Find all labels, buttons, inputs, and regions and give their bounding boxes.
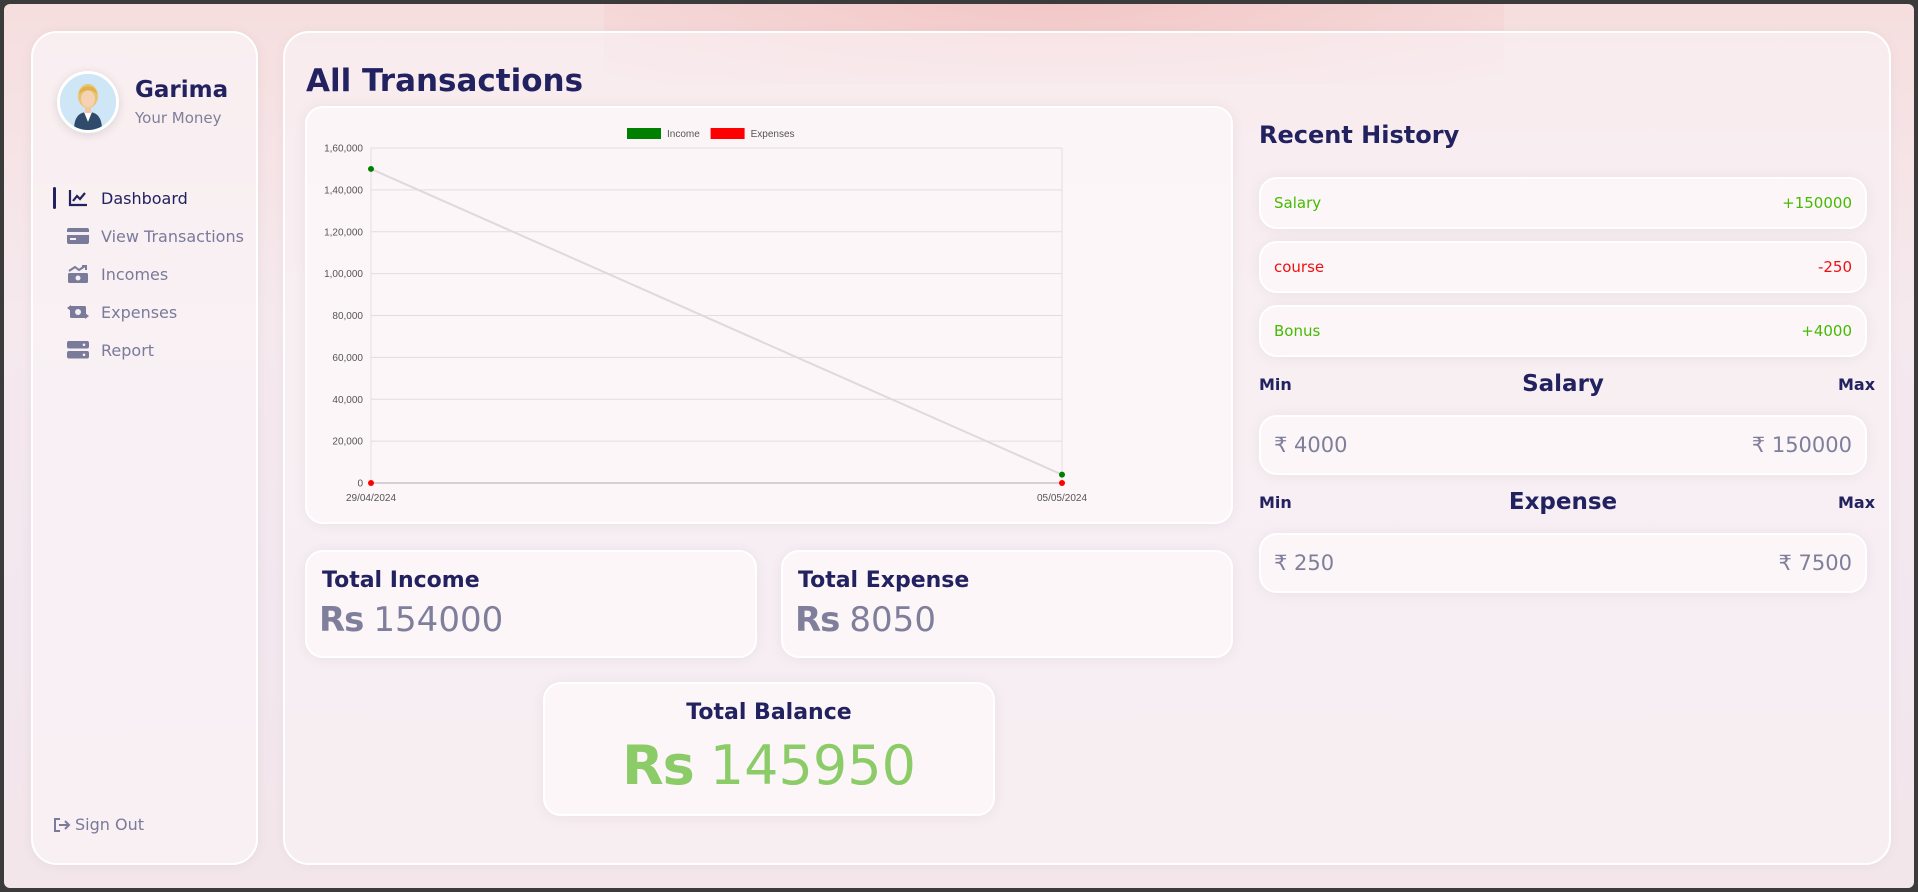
total-expense-label: Total Expense — [798, 568, 970, 593]
chart-card: 0 20,000 40,000 60,000 80,000 1,00,000 1,20,00… — [305, 106, 1233, 524]
transactions-line-chart: 0 20,000 40,000 60,000 80,000 1,00,000 1,20,00… — [324, 128, 1087, 504]
total-income-value: 154000 — [373, 600, 504, 640]
total-income-value-row: Rs 154000 — [319, 600, 503, 640]
chart-y-tick-label: 0 — [357, 479, 363, 490]
chart-x-tick-label: 29/04/2024 — [346, 493, 396, 504]
nav-item-report[interactable]: Report — [33, 331, 256, 369]
history-item: Bonus +4000 — [1259, 305, 1867, 357]
expense-max-label: Max — [1838, 493, 1876, 512]
total-expense-value-row: Rs 8050 — [795, 600, 936, 640]
sign-out-icon — [54, 817, 71, 832]
chart-legend-label: Expenses — [751, 129, 795, 140]
main-panel: All Transactions 0 20,000 40,000 60,000 80,0… — [283, 31, 1891, 865]
expense-min-value: ₹ 250 — [1274, 551, 1335, 575]
nav-item-incomes[interactable]: Incomes — [33, 255, 256, 293]
sign-out-label: Sign Out — [75, 815, 144, 834]
chart-y-tick-label: 60,000 — [332, 353, 363, 364]
total-income-label: Total Income — [322, 568, 480, 593]
nav-item-label: View Transactions — [101, 226, 244, 246]
history-item-name: Salary — [1274, 194, 1322, 212]
chart-data-point — [1059, 480, 1065, 486]
page-title: All Transactions — [306, 63, 584, 99]
chart-y-tick-label: 80,000 — [332, 311, 363, 322]
chart-legend-swatch — [627, 128, 661, 139]
rupee-icon: Rs — [319, 600, 364, 640]
avatar[interactable] — [57, 71, 119, 133]
money-bill-trend-up-icon — [67, 265, 89, 283]
server-icon — [67, 341, 89, 359]
sign-out-button[interactable]: Sign Out — [53, 815, 144, 834]
expense-range-card: ₹ 250 ₹ 7500 — [1259, 533, 1867, 593]
nav-item-label: Report — [101, 340, 155, 360]
salary-max-label: Max — [1838, 375, 1876, 394]
nav-item-expenses[interactable]: Expenses — [33, 293, 256, 331]
history-item-name: course — [1274, 258, 1325, 276]
chart-data-point — [368, 165, 374, 172]
nav-menu: Dashboard View Transactions Incomes Expe… — [33, 179, 256, 369]
history-item-amount: +4000 — [1801, 322, 1852, 340]
chart-y-tick-label: 1,20,000 — [324, 227, 363, 238]
total-balance-value: 145950 — [709, 734, 916, 797]
chart-legend-swatch — [710, 128, 745, 139]
expense-max-value: ₹ 7500 — [1778, 551, 1852, 575]
chart-legend-label: Income — [667, 129, 700, 140]
expense-range-title: Expense — [1508, 489, 1618, 515]
salary-max-value: ₹ 150000 — [1751, 433, 1852, 457]
history-item-amount: +150000 — [1782, 194, 1852, 212]
nav-item-label: Dashboard — [101, 188, 188, 208]
recent-history-title: Recent History — [1259, 121, 1460, 149]
salary-range-card: ₹ 4000 ₹ 150000 — [1259, 415, 1867, 475]
nav-item-dashboard[interactable]: Dashboard — [33, 179, 256, 217]
history-item-name: Bonus — [1274, 322, 1321, 340]
total-balance-label: Total Balance — [686, 700, 852, 725]
user-name: Garima — [135, 77, 229, 103]
chart-y-tick-label: 40,000 — [332, 395, 363, 406]
chart-y-tick-label: 1,40,000 — [324, 185, 363, 196]
chart-data-point — [368, 480, 374, 486]
sidebar: Garima Your Money Dashboard View Transac… — [31, 31, 258, 865]
total-balance-value-row: Rs 145950 — [545, 734, 993, 797]
money-bill-transfer-icon — [67, 303, 89, 321]
total-income-card: Total Income Rs 154000 — [305, 550, 757, 658]
chart-x-tick-label: 05/05/2024 — [1037, 493, 1087, 504]
total-balance-card: Total Balance Rs 145950 — [543, 682, 995, 816]
history-item: Salary +150000 — [1259, 177, 1867, 229]
chart-y-tick-label: 1,00,000 — [324, 269, 363, 280]
salary-min-value: ₹ 4000 — [1274, 433, 1348, 457]
salary-range-title: Salary — [1522, 371, 1604, 397]
chart-y-tick-label: 1,60,000 — [324, 144, 363, 155]
user-avatar-image — [60, 74, 116, 130]
chart-y-tick-label: 20,000 — [332, 437, 363, 448]
total-expense-value: 8050 — [849, 600, 936, 640]
nav-item-view-transactions[interactable]: View Transactions — [33, 217, 256, 255]
history-item: course -250 — [1259, 241, 1867, 293]
rupee-icon: Rs — [795, 600, 840, 640]
history-item-amount: -250 — [1817, 258, 1852, 276]
chart-series-line — [370, 168, 1063, 476]
credit-card-icon — [67, 227, 89, 245]
chart-line-icon — [67, 189, 89, 207]
chart-data-point — [1059, 471, 1065, 478]
total-expense-card: Total Expense Rs 8050 — [781, 550, 1233, 658]
nav-item-label: Expenses — [101, 302, 178, 322]
app-window: Garima Your Money Dashboard View Transac… — [4, 4, 1914, 888]
nav-item-label: Incomes — [101, 264, 169, 284]
user-subtitle: Your Money — [135, 109, 222, 127]
rupee-icon: Rs — [622, 734, 695, 797]
